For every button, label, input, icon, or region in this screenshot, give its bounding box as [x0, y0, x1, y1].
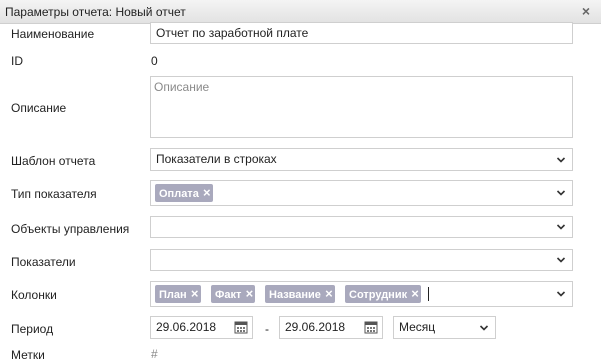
columns-tag: Факт ×	[211, 285, 256, 303]
period-from-input[interactable]: 29.06.2018	[150, 316, 253, 339]
chevron-down-icon	[556, 257, 566, 263]
period-granularity-select[interactable]: Месяц	[393, 316, 496, 339]
period-separator: -	[265, 322, 269, 336]
id-value: 0	[151, 54, 158, 68]
period-from-value: 29.06.2018	[156, 320, 217, 334]
template-selected-value: Показатели в строках	[156, 152, 277, 166]
chevron-down-icon	[556, 224, 566, 230]
tag-label: Факт	[215, 289, 242, 301]
chevron-down-icon	[556, 291, 566, 297]
period-granularity-value: Месяц	[399, 320, 436, 334]
columns-multiselect[interactable]: План × Факт × Название × Сотрудник ×	[150, 281, 573, 307]
close-icon[interactable]: ×	[579, 4, 593, 18]
calendar-icon[interactable]	[364, 320, 378, 334]
id-label: ID	[11, 54, 23, 68]
chevron-down-icon	[479, 324, 489, 331]
dialog-titlebar: Параметры отчета: Новый отчет ×	[0, 0, 601, 24]
tag-remove-icon[interactable]: ×	[243, 285, 255, 303]
tag-label: Оплата	[159, 188, 199, 200]
control-objects-label: Объекты управления	[11, 222, 130, 236]
chevron-down-icon	[556, 156, 566, 163]
description-textarea[interactable]: Описание	[150, 76, 573, 138]
indicator-type-label: Тип показателя	[11, 187, 97, 201]
columns-tag: Сотрудник ×	[345, 285, 422, 303]
name-input[interactable]: Отчет по заработной плате	[150, 22, 573, 44]
tag-remove-icon[interactable]: ×	[323, 285, 335, 303]
indicators-select[interactable]	[150, 249, 573, 271]
dialog-title: Параметры отчета: Новый отчет	[5, 5, 186, 19]
chevron-down-icon	[556, 190, 566, 196]
tag-remove-icon[interactable]: ×	[189, 285, 201, 303]
indicator-type-tag: Оплата ×	[155, 184, 213, 202]
tag-remove-icon[interactable]: ×	[201, 184, 213, 202]
period-to-input[interactable]: 29.06.2018	[279, 316, 383, 339]
tags-label: Метки	[11, 348, 45, 362]
indicators-label: Показатели	[11, 255, 76, 269]
name-label: Наименование	[11, 27, 95, 41]
template-select[interactable]: Показатели в строках	[150, 148, 573, 171]
columns-tag: План ×	[155, 285, 201, 303]
period-label: Период	[11, 322, 54, 336]
description-placeholder: Описание	[154, 80, 210, 94]
tag-label: Название	[269, 289, 321, 301]
indicator-type-multiselect[interactable]: Оплата ×	[150, 180, 573, 206]
calendar-icon[interactable]	[234, 320, 248, 334]
tag-remove-icon[interactable]: ×	[409, 285, 421, 303]
columns-label: Колонки	[11, 288, 57, 302]
tag-label: Сотрудник	[349, 289, 408, 301]
description-label: Описание	[11, 101, 67, 115]
columns-tag: Название ×	[265, 285, 335, 303]
tag-label: План	[159, 289, 187, 301]
period-to-value: 29.06.2018	[285, 320, 346, 334]
template-label: Шаблон отчета	[11, 154, 96, 168]
text-caret	[428, 287, 429, 301]
control-objects-select[interactable]	[150, 216, 573, 238]
